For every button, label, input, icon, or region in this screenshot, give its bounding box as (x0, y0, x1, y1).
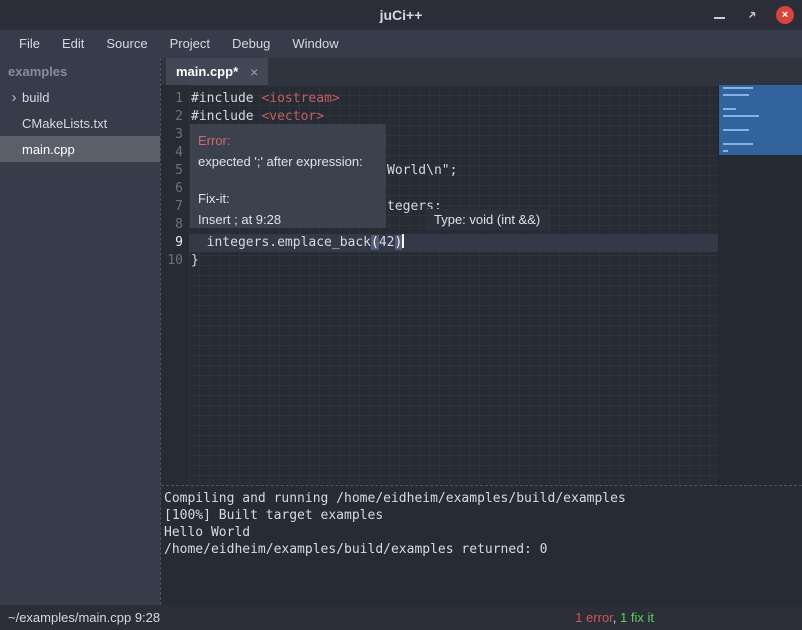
menu-item-edit[interactable]: Edit (51, 30, 95, 58)
tree-item-main.cpp[interactable]: main.cpp (0, 136, 160, 162)
menu-item-source[interactable]: Source (95, 30, 158, 58)
code-line-1[interactable]: #include <iostream> (189, 90, 719, 108)
terminal-line: Hello World (164, 524, 802, 541)
sourcemap-slider[interactable] (719, 85, 802, 155)
terminal-line: [100%] Built target examples (164, 507, 802, 524)
gutter: 12345678910 (161, 85, 189, 485)
tree-item-label: main.cpp (22, 142, 75, 157)
code-segment: <iostream> (261, 91, 339, 106)
titlebar: juCi++ × (0, 0, 802, 30)
tab-close-icon[interactable]: × (250, 64, 258, 80)
code-segment: <vector> (261, 109, 324, 124)
map-line (723, 87, 753, 89)
minimize-button[interactable] (710, 6, 728, 24)
map-line (723, 143, 753, 145)
line-number: 3 (161, 126, 189, 144)
tooltip-error-message: expected ';' after expression: (198, 153, 378, 170)
line-number: 9 (161, 234, 189, 252)
source-map[interactable] (718, 85, 802, 485)
code-segment: #include (191, 91, 261, 106)
tooltip-fixit-title: Fix-it: (198, 190, 378, 207)
terminal-line: Compiling and running /home/eidheim/exam… (164, 490, 802, 507)
terminal-line: /home/eidheim/examples/build/examples re… (164, 541, 802, 558)
map-line (723, 108, 736, 110)
window-controls: × (710, 0, 794, 30)
file-tree: ›build CMakeLists.txt main.cpp (0, 84, 160, 162)
tab-label: main.cpp* (176, 64, 238, 79)
menu-item-file[interactable]: File (8, 30, 51, 58)
code-segment: 42 (379, 235, 395, 250)
minimize-icon (714, 17, 725, 19)
menu-item-debug[interactable]: Debug (221, 30, 281, 58)
map-line (723, 115, 759, 117)
tooltip-fixit-text: Insert ; at 9:28 (198, 211, 378, 228)
tree-item-label: CMakeLists.txt (22, 116, 107, 131)
type-tooltip: Type: void (int &&) (425, 209, 549, 230)
tree-item-label: build (22, 90, 49, 105)
tree-item-build[interactable]: ›build (0, 84, 160, 110)
status-error-count: 1 error (575, 610, 613, 625)
code-line-10[interactable]: } (189, 252, 719, 270)
code-segment: #include (191, 109, 261, 124)
line-number: 1 (161, 90, 189, 108)
chevron-right-icon[interactable]: › (6, 90, 22, 105)
app-window: juCi++ × FileEditSourceProjectDebugWindo… (0, 0, 802, 630)
diagnostic-tooltip: Error: expected ';' after expression: Fi… (190, 124, 386, 228)
tabbar: main.cpp* × (161, 58, 802, 85)
tooltip-error-title: Error: (198, 132, 378, 149)
code-line-9[interactable]: integers.emplace_back(42) (189, 234, 719, 252)
close-button[interactable]: × (776, 6, 794, 24)
line-number: 4 (161, 144, 189, 162)
editor-pane: main.cpp* × 12345678910 #include <iostre… (160, 58, 802, 605)
line-number: 6 (161, 180, 189, 198)
restore-icon (746, 9, 758, 21)
line-number: 7 (161, 198, 189, 216)
menu-item-window[interactable]: Window (281, 30, 349, 58)
text-cursor (402, 234, 404, 248)
menu-item-project[interactable]: Project (159, 30, 221, 58)
tab-main-cpp[interactable]: main.cpp* × (166, 58, 268, 85)
code-fragment: World\n"; (387, 162, 457, 180)
code-segment: ( (371, 235, 379, 250)
sidebar: examples ›build CMakeLists.txt main.cpp (0, 58, 160, 605)
line-number: 5 (161, 162, 189, 180)
window-title: juCi++ (0, 0, 802, 30)
restore-button[interactable] (743, 6, 761, 24)
line-number: 10 (161, 252, 189, 270)
status-diagnostics: 1 error, 1 fix it (575, 605, 654, 630)
statusbar: ~/examples/main.cpp 9:28 1 error, 1 fix … (0, 605, 802, 630)
code-segment: integers.emplace_back (191, 235, 371, 250)
map-line (723, 94, 749, 96)
editor[interactable]: 12345678910 #include <iostream>#include … (161, 85, 802, 485)
tree-item-cmakelists.txt[interactable]: CMakeLists.txt (0, 110, 160, 136)
code-segment: } (191, 253, 199, 268)
line-number: 2 (161, 108, 189, 126)
terminal[interactable]: Compiling and running /home/eidheim/exam… (161, 485, 802, 605)
map-line (723, 129, 749, 131)
sidebar-header: examples (0, 58, 160, 84)
line-number: 8 (161, 216, 189, 234)
menubar: FileEditSourceProjectDebugWindow (0, 30, 802, 58)
status-fixit-count: 1 fix it (620, 610, 654, 625)
map-line (723, 150, 728, 152)
status-location: ~/examples/main.cpp 9:28 (8, 605, 160, 630)
status-separator: , (613, 610, 620, 625)
code-segment: ) (395, 235, 403, 250)
